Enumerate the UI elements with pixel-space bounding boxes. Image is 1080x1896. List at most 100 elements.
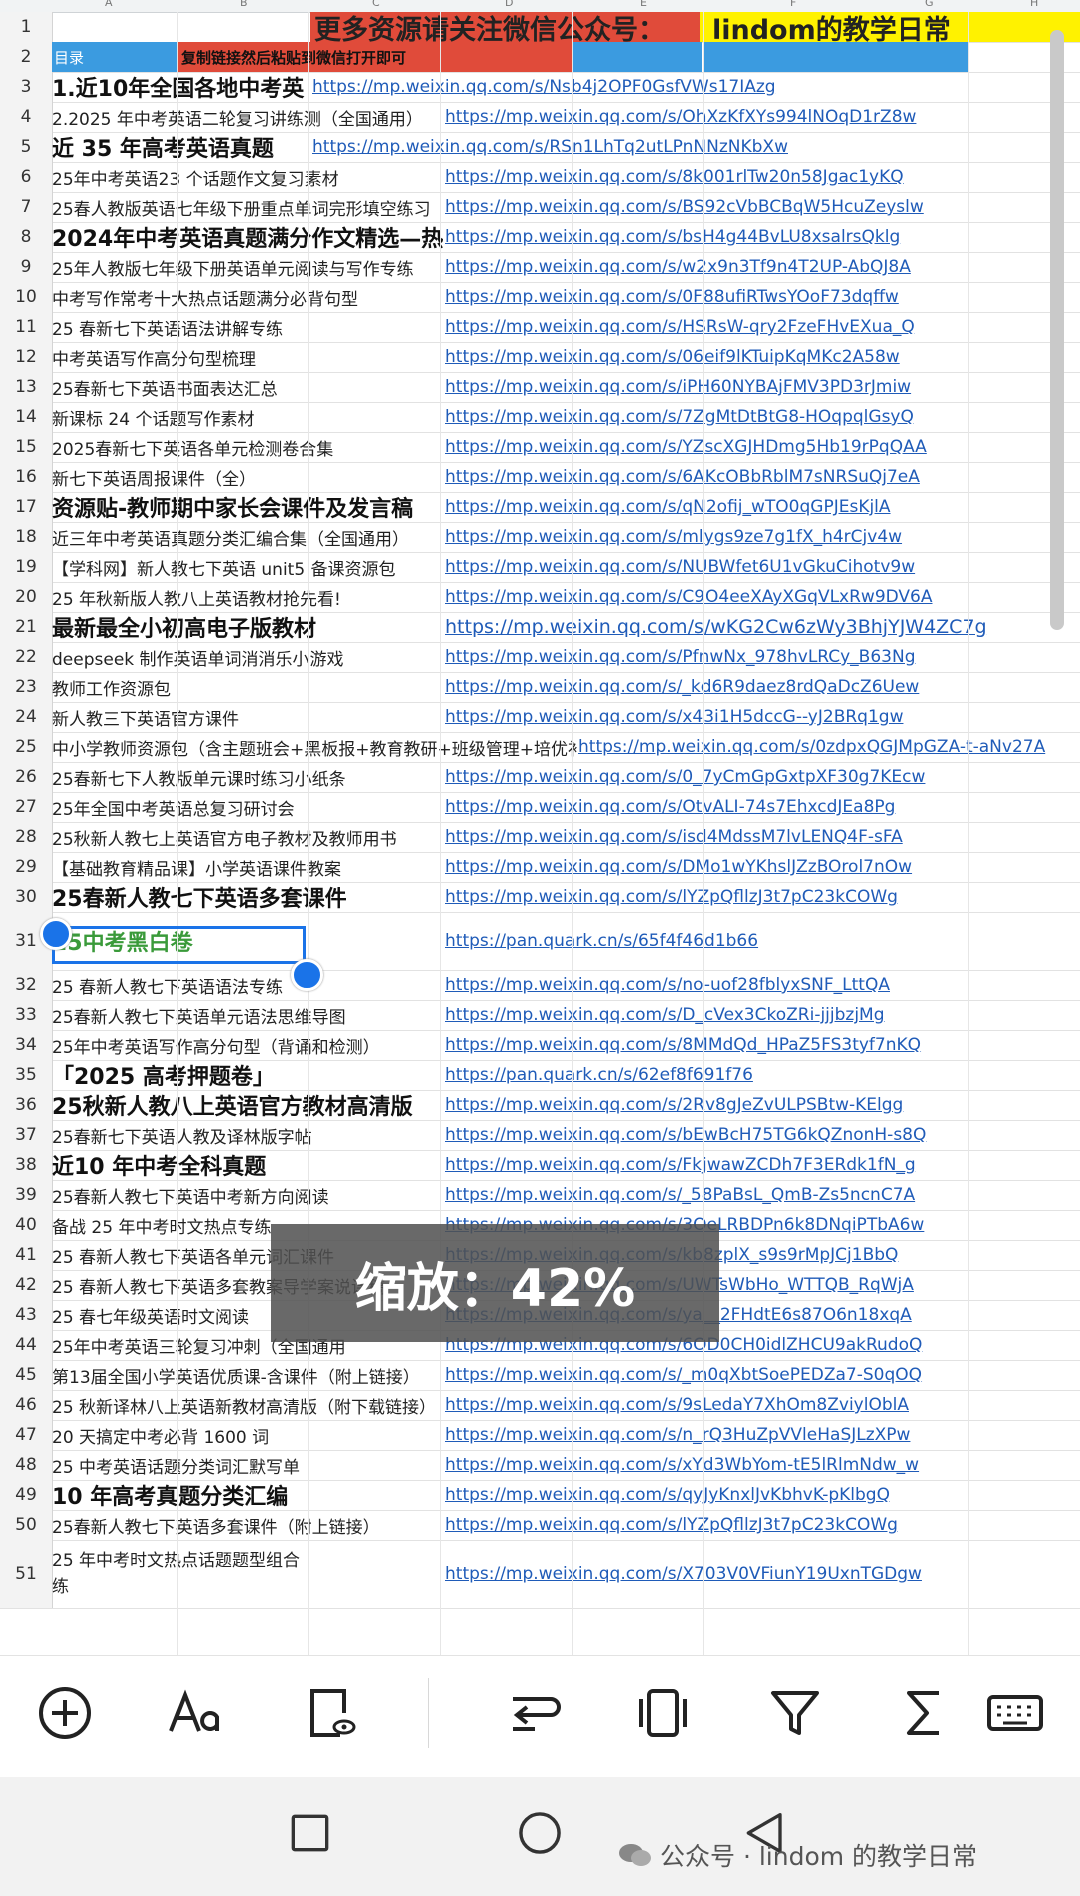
row-number[interactable]: 27: [0, 792, 53, 822]
table-row[interactable]: 23 教师工作资源包 https://mp.weixin.qq.com/s/_kd6…: [0, 672, 1080, 703]
title-cell[interactable]: 25 年秋新版人教八上英语教材抢先看!: [52, 582, 341, 612]
row-number[interactable]: 21: [0, 612, 53, 642]
table-row[interactable]: 8 2024年中考英语真题满分作文精选—热 https://mp.weixin.qq…: [0, 222, 1080, 253]
link-cell[interactable]: https://mp.weixin.qq.com/s/wKG2Cw6zWy3Bh…: [445, 612, 987, 642]
row-number[interactable]: 5: [0, 132, 53, 162]
link-cell[interactable]: https://mp.weixin.qq.com/s/0_7yCmGpGxtpX…: [445, 762, 925, 792]
table-row[interactable]: 10 中考写作常考十大热点话题满分必背句型 https://mp.weixin.qq…: [0, 282, 1080, 313]
link-cell[interactable]: https://mp.weixin.qq.com/s/X703V0VFiunY1…: [445, 1540, 922, 1608]
cell-selection-box[interactable]: [52, 926, 306, 964]
table-row[interactable]: 20 25 年秋新版人教八上英语教材抢先看! https://mp.weixin.q…: [0, 582, 1080, 613]
table-row[interactable]: 9 25年人教版七年级下册英语单元阅读与写作专练 https://mp.weixin…: [0, 252, 1080, 283]
row-number[interactable]: 10: [0, 282, 53, 312]
title-cell[interactable]: 中考英语写作高分句型梳理: [52, 342, 256, 372]
link-cell[interactable]: https://mp.weixin.qq.com/s/7ZgMtDtBtG8-H…: [445, 402, 914, 432]
row-number[interactable]: 25: [0, 732, 53, 762]
link-cell[interactable]: https://mp.weixin.qq.com/s/8k001rlTw20n5…: [445, 162, 904, 192]
title-cell[interactable]: 25年全国中考英语总复习研讨会: [52, 792, 295, 822]
title-cell[interactable]: 25春新七下英语人教及译林版字帖: [52, 1120, 312, 1150]
title-cell[interactable]: 资源贴-教师期中家长会课件及发言稿: [52, 492, 413, 522]
title-cell[interactable]: 近10 年中考全科真题: [52, 1150, 266, 1180]
link-cell[interactable]: https://mp.weixin.qq.com/s/_58PaBsL_QmB-…: [445, 1180, 915, 1210]
table-row[interactable]: 18 近三年中考英语真题分类汇编合集（全国通用） https://mp.weixin…: [0, 522, 1080, 553]
link-cell[interactable]: https://mp.weixin.qq.com/s/D_cVex3CkoZRi…: [445, 1000, 885, 1030]
selection-handle-end[interactable]: [291, 959, 323, 991]
table-row[interactable]: 29 【基础教育精品课】小学英语课件教案 https://mp.weixin.qq.…: [0, 852, 1080, 883]
link-cell[interactable]: https://mp.weixin.qq.com/s/lYZpQfllzJ3t7…: [445, 882, 898, 912]
link-cell[interactable]: https://pan.quark.cn/s/62ef8f691f76: [445, 1060, 753, 1090]
row-number[interactable]: 26: [0, 762, 53, 792]
table-row[interactable]: 12 中考英语写作高分句型梳理 https://mp.weixin.qq.com/s…: [0, 342, 1080, 373]
row-number[interactable]: 9: [0, 252, 53, 282]
link-cell[interactable]: https://mp.weixin.qq.com/s/PfnwNx_978hvL…: [445, 642, 916, 672]
table-row[interactable]: 14 新课标 24 个话题写作素材 https://mp.weixin.qq.com…: [0, 402, 1080, 433]
title-cell[interactable]: 中小学教师资源包（含主题班会+黑板报+教育教研+班级管理+培优补差: [52, 732, 577, 762]
wrap-text-button[interactable]: [500, 1678, 570, 1748]
row-number[interactable]: 17: [0, 492, 53, 522]
row-number[interactable]: 32: [0, 970, 53, 1000]
link-cell[interactable]: https://mp.weixin.qq.com/s/lYZpQfllzJ3t7…: [445, 1510, 898, 1540]
title-cell[interactable]: 25年中考英语写作高分句型（背诵和检测）: [52, 1030, 380, 1060]
row-number[interactable]: 49: [0, 1480, 53, 1510]
title-cell[interactable]: 第13届全国小学英语优质课-含课件（附上链接）: [52, 1360, 420, 1390]
title-cell[interactable]: 25春新七下人教版单元课时练习小纸条: [52, 762, 346, 792]
row-number[interactable]: 39: [0, 1180, 53, 1210]
title-cell[interactable]: 新人教三下英语官方课件: [52, 702, 239, 732]
table-row[interactable]: 45 第13届全国小学英语优质课-含课件（附上链接） https://mp.weix…: [0, 1360, 1080, 1391]
table-row[interactable]: 6 25年中考英语23 个话题作文复习素材 https://mp.weixin.qq…: [0, 162, 1080, 193]
title-cell[interactable]: 25年人教版七年级下册英语单元阅读与写作专练: [52, 252, 414, 282]
link-cell[interactable]: https://mp.weixin.qq.com/s/mlygs9ze7g1fX…: [445, 522, 902, 552]
row-number[interactable]: 28: [0, 822, 53, 852]
row-number[interactable]: 40: [0, 1210, 53, 1240]
row-number[interactable]: 37: [0, 1120, 53, 1150]
title-cell[interactable]: 20 天搞定中考必背 1600 词: [52, 1420, 269, 1450]
row-number[interactable]: 18: [0, 522, 53, 552]
row-number[interactable]: 23: [0, 672, 53, 702]
table-row[interactable]: 27 25年全国中考英语总复习研讨会 https://mp.weixin.qq.co…: [0, 792, 1080, 823]
link-cell[interactable]: https://mp.weixin.qq.com/s/2Rv8gJeZvULPS…: [445, 1090, 903, 1120]
row-number[interactable]: 6: [0, 162, 53, 192]
table-row[interactable]: 46 25 秋新译林八上英语新教材高清版（附下载链接） https://mp.wei…: [0, 1390, 1080, 1421]
table-row[interactable]: 26 25春新七下人教版单元课时练习小纸条 https://mp.weixin.qq…: [0, 762, 1080, 793]
row-number[interactable]: 50: [0, 1510, 53, 1540]
table-row-partial[interactable]: [0, 1608, 1080, 1655]
title-cell[interactable]: 新课标 24 个话题写作素材: [52, 402, 254, 432]
row-2[interactable]: 2 目录 复制链接然后粘贴到微信打开即可: [0, 42, 1080, 73]
row-number[interactable]: 36: [0, 1090, 53, 1120]
table-row[interactable]: 33 25春新人教七下英语单元语法思维导图 https://mp.weixin.qq…: [0, 1000, 1080, 1031]
table-row[interactable]: 47 20 天搞定中考必背 1600 词 https://mp.weixin.qq.…: [0, 1420, 1080, 1451]
row-number[interactable]: 13: [0, 372, 53, 402]
link-cell[interactable]: https://mp.weixin.qq.com/s/0F88ufiRTwsYO…: [445, 282, 899, 312]
row-number[interactable]: 24: [0, 702, 53, 732]
catalog-cell[interactable]: 目录: [52, 42, 179, 72]
row-number[interactable]: 7: [0, 192, 53, 222]
table-row[interactable]: 5近 35 年高考英语真题 https://mp.weixin.qq.com/s/…: [0, 132, 1080, 163]
link-cell[interactable]: https://mp.weixin.qq.com/s/OtvALI-74s7Eh…: [445, 792, 895, 822]
row-number[interactable]: 16: [0, 462, 53, 492]
table-row[interactable]: 7 25春人教版英语七年级下册重点单词完形填空练习 https://mp.weixi…: [0, 192, 1080, 223]
link-cell[interactable]: https://mp.weixin.qq.com/s/HSRsW-qry2Fze…: [445, 312, 915, 342]
link-cell[interactable]: https://mp.weixin.qq.com/s/06eif9lKTuipK…: [445, 342, 900, 372]
title-cell[interactable]: 25 春七年级英语时文阅读: [52, 1300, 249, 1330]
link-cell[interactable]: https://mp.weixin.qq.com/s/bEwBcH75TG6kQ…: [445, 1120, 926, 1150]
link-cell[interactable]: https://pan.quark.cn/s/65f4f46d1b66: [445, 912, 758, 970]
title-cell[interactable]: 10 年高考真题分类汇编: [52, 1480, 288, 1510]
table-row[interactable]: 38 近10 年中考全科真题 https://mp.weixin.qq.com/s/…: [0, 1150, 1080, 1181]
title-cell[interactable]: 25春新人教七下英语多套课件（附上链接）: [52, 1510, 380, 1540]
table-row[interactable]: 28 25秋新人教七上英语官方电子教材及教师用书 https://mp.weixin…: [0, 822, 1080, 853]
spreadsheet[interactable]: A B C D E F G H 1 更多资源请关注微信公众号： lindom的教…: [0, 0, 1080, 1655]
link-cell[interactable]: https://mp.weixin.qq.com/s/0zdpxQGJMpGZA…: [578, 732, 1045, 762]
title-cell[interactable]: 2.2025 年中考英语二轮复习讲练测（全国通用）: [52, 102, 423, 132]
freeze-button[interactable]: [628, 1678, 698, 1748]
table-row[interactable]: 50 25春新人教七下英语多套课件（附上链接） https://mp.weixin.…: [0, 1510, 1080, 1541]
keyboard-button[interactable]: [980, 1678, 1050, 1748]
preview-button[interactable]: [295, 1678, 365, 1748]
title-cell[interactable]: 25 年中考时文热点话题题型组合练: [52, 1540, 312, 1608]
row-number[interactable]: 47: [0, 1420, 53, 1450]
row-number[interactable]: 12: [0, 342, 53, 372]
title-cell[interactable]: 25春新人教七下英语多套课件: [52, 882, 347, 912]
table-row[interactable]: 51 25 年中考时文热点话题题型组合练 https://mp.weixin.qq.…: [0, 1540, 1080, 1609]
link-cell[interactable]: https://mp.weixin.qq.com/s/C9O4eeXAyXGqV…: [445, 582, 933, 612]
insert-button[interactable]: [30, 1678, 100, 1748]
title-cell[interactable]: 25春人教版英语七年级下册重点单词完形填空练习: [52, 192, 431, 222]
